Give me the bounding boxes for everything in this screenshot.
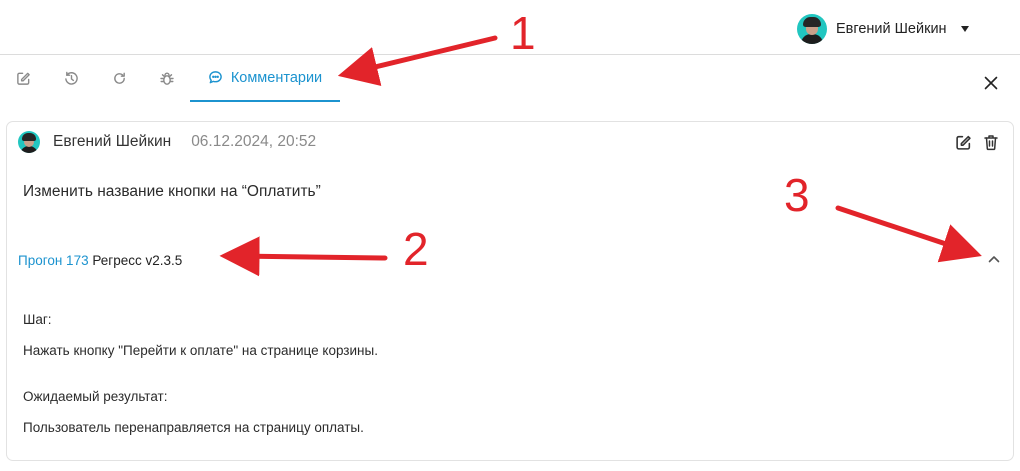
avatar	[797, 14, 827, 44]
expected-text: Пользователь перенаправляется на страниц…	[23, 420, 364, 435]
comment-author-avatar	[18, 131, 40, 153]
comment-card: Евгений Шейкин 06.12.2024, 20:52 Изменит…	[6, 121, 1014, 461]
caret-down-icon	[960, 26, 969, 32]
user-menu[interactable]: Евгений Шейкин	[797, 14, 969, 44]
comment-date: 06.12.2024, 20:52	[191, 133, 317, 150]
tab-comments[interactable]: Комментарии	[190, 55, 340, 102]
comment-header: Евгений Шейкин 06.12.2024, 20:52	[18, 130, 316, 154]
edit-comment-button[interactable]	[953, 132, 973, 152]
top-header: Евгений Шейкин	[0, 0, 1020, 55]
comment-icon	[209, 71, 222, 84]
bug-icon	[160, 72, 174, 85]
history-icon	[64, 71, 78, 85]
expected-label: Ожидаемый результат:	[23, 389, 168, 404]
trash-icon	[984, 134, 998, 150]
tab-bar: Комментарии	[0, 55, 1020, 102]
tab-history[interactable]	[56, 55, 86, 102]
run-link[interactable]: Прогон 173	[18, 253, 89, 268]
close-button[interactable]	[978, 70, 1004, 96]
tab-bugs[interactable]	[152, 55, 182, 102]
tab-edit[interactable]	[8, 55, 38, 102]
step-label: Шаг:	[23, 312, 52, 327]
comment-text: Изменить название кнопки на “Оплатить”	[23, 183, 321, 200]
close-icon	[984, 76, 998, 90]
user-name: Евгений Шейкин	[836, 21, 947, 37]
run-reference: Прогон 173 Регресс v2.3.5	[18, 253, 182, 268]
delete-comment-button[interactable]	[981, 132, 1001, 152]
refresh-icon	[113, 72, 125, 84]
run-name: Регресс v2.3.5	[92, 253, 183, 268]
step-text: Нажать кнопку "Перейти к оплате" на стра…	[23, 343, 378, 358]
comment-author: Евгений Шейкин	[53, 133, 172, 150]
tab-comments-label: Комментарии	[230, 69, 323, 86]
edit-icon	[16, 72, 30, 85]
collapse-button[interactable]	[983, 248, 1005, 270]
tab-refresh[interactable]	[104, 55, 134, 102]
edit-icon	[955, 135, 971, 150]
comment-actions	[953, 132, 1001, 152]
chevron-up-icon	[988, 256, 1000, 263]
